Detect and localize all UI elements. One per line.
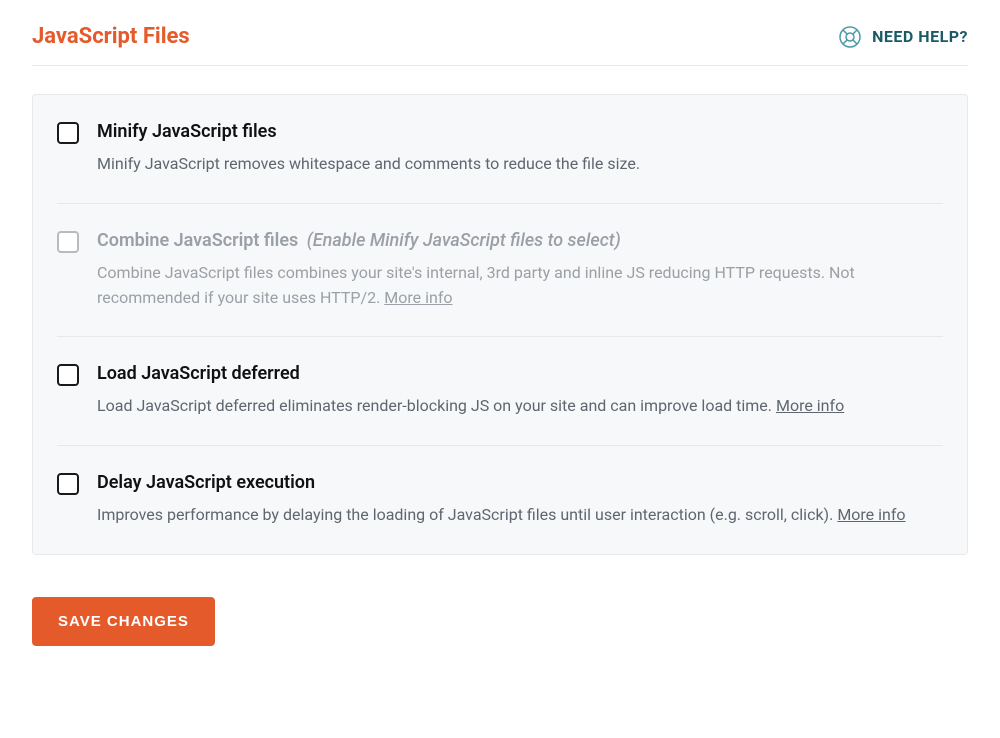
more-info-link[interactable]: More info [776,396,844,415]
checkbox-defer[interactable] [57,364,79,386]
need-help-label: NEED HELP? [872,27,968,46]
option-title-text: Combine JavaScript files [97,230,298,251]
checkbox-minify[interactable] [57,122,79,144]
option-hint: (Enable Minify JavaScript files to selec… [307,230,621,251]
lifebuoy-icon [838,25,862,49]
option-desc-text: Improves performance by delaying the loa… [97,505,837,524]
option-defer: Load JavaScript deferred Load JavaScript… [57,337,943,446]
option-delay: Delay JavaScript execution Improves perf… [57,446,943,554]
option-desc: Minify JavaScript removes whitespace and… [97,152,943,177]
more-info-link[interactable]: More info [837,505,905,524]
option-desc: Combine JavaScript files combines your s… [97,261,943,311]
option-content: Delay JavaScript execution Improves perf… [97,472,943,528]
page-title: JavaScript Files [32,24,190,49]
option-desc-text: Load JavaScript deferred eliminates rend… [97,396,776,415]
option-content: Minify JavaScript files Minify JavaScrip… [97,121,943,177]
option-minify: Minify JavaScript files Minify JavaScrip… [57,95,943,204]
header-row: JavaScript Files NEED HELP? [32,24,968,66]
option-title: Delay JavaScript execution [97,472,943,493]
option-title: Combine JavaScript files (Enable Minify … [97,230,943,251]
more-info-link[interactable]: More info [384,288,452,307]
option-content: Load JavaScript deferred Load JavaScript… [97,363,943,419]
option-desc: Improves performance by delaying the loa… [97,503,943,528]
checkbox-delay[interactable] [57,473,79,495]
need-help-link[interactable]: NEED HELP? [838,25,968,49]
option-combine: Combine JavaScript files (Enable Minify … [57,204,943,338]
options-panel: Minify JavaScript files Minify JavaScrip… [32,94,968,555]
option-title: Load JavaScript deferred [97,363,943,384]
checkbox-combine [57,231,79,253]
option-content: Combine JavaScript files (Enable Minify … [97,230,943,311]
save-changes-button[interactable]: SAVE CHANGES [32,597,215,646]
option-title: Minify JavaScript files [97,121,943,142]
option-desc: Load JavaScript deferred eliminates rend… [97,394,943,419]
option-desc-text: Combine JavaScript files combines your s… [97,263,855,307]
